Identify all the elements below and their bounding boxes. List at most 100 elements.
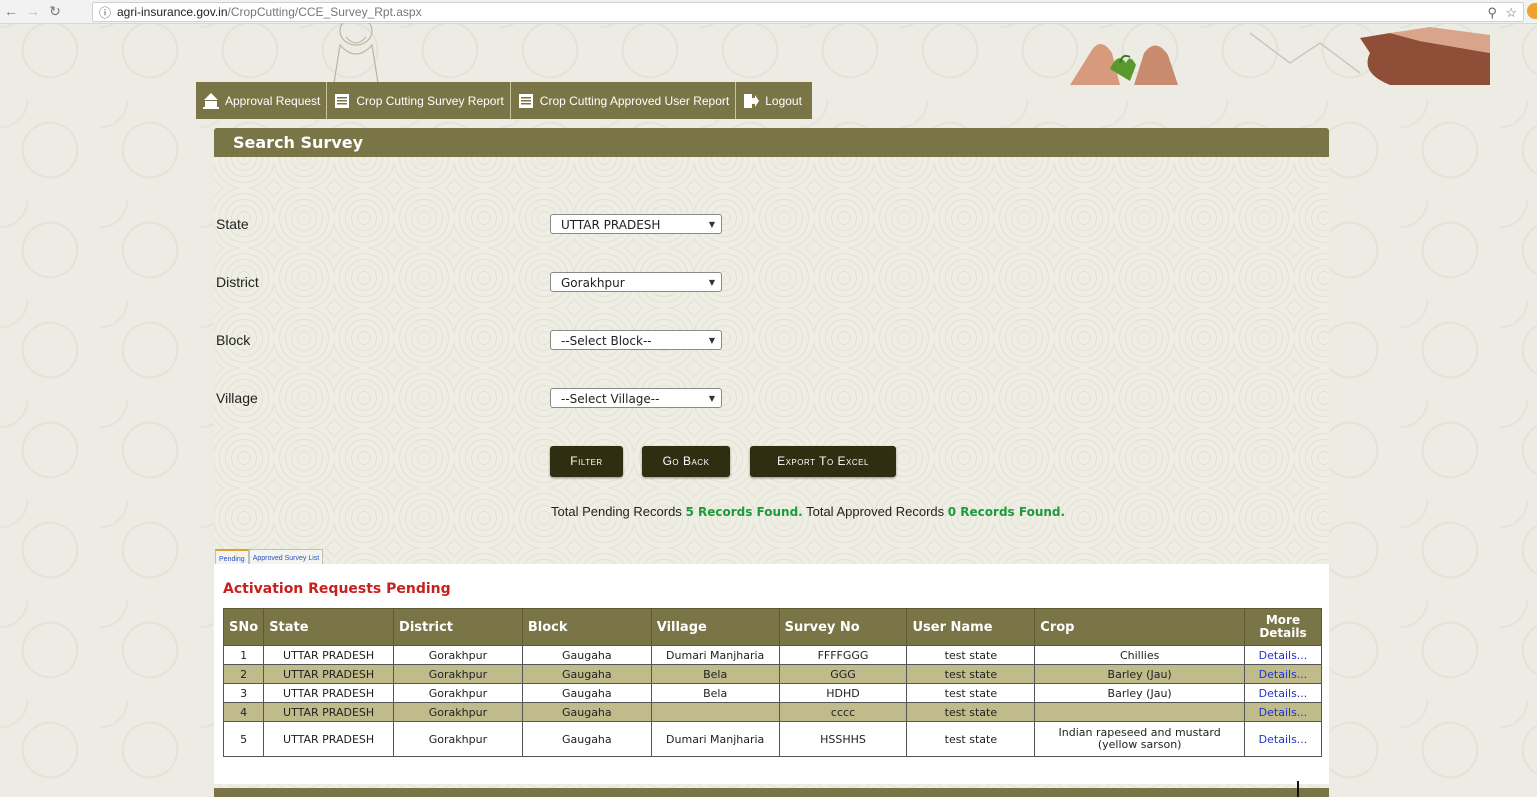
state-label: State [216, 216, 249, 232]
details-link[interactable]: Details... [1259, 706, 1308, 719]
table-cell: 3 [222, 683, 265, 703]
column-header: Block [521, 608, 652, 646]
table-cell: Gorakhpur [393, 702, 523, 722]
table-cell: test state [906, 721, 1036, 757]
details-cell: Details... [1243, 664, 1323, 684]
url-path: /CropCutting/CCE_Survey_Rpt.aspx [227, 5, 422, 19]
panel-footer-bar [214, 788, 1329, 797]
filter-button[interactable]: Filter [550, 446, 623, 477]
details-link[interactable]: Details... [1259, 668, 1308, 681]
back-arrow-icon[interactable]: ← [2, 2, 20, 20]
table-cell: Dumari Manjharia [650, 721, 780, 757]
table-cell: Gorakhpur [393, 645, 523, 665]
district-select[interactable]: Gorakhpur ▼ [550, 272, 722, 292]
table-row: 4 UTTAR PRADESH Gorakhpur Gaugaha cccc t… [222, 702, 1323, 722]
details-link[interactable]: Details... [1259, 733, 1308, 746]
nav-label: Approval Request [225, 93, 321, 108]
pending-records-count: 5 Records Found. [685, 505, 803, 519]
chevron-down-icon: ▼ [708, 278, 715, 287]
block-select-value: --Select Block-- [561, 334, 652, 348]
report-icon [517, 92, 535, 110]
table-cell: 4 [222, 702, 265, 722]
details-cell: Details... [1243, 645, 1323, 665]
table-cell: Barley (Jau) [1034, 683, 1245, 703]
nav-logout[interactable]: Logout [736, 82, 812, 119]
village-select[interactable]: --Select Village-- ▼ [550, 388, 722, 408]
nav-approval-request[interactable]: Approval Request [196, 82, 328, 119]
state-select[interactable]: UTTAR PRADESH ▼ [550, 214, 722, 234]
nav-label: Crop Cutting Approved User Report [539, 93, 730, 108]
reload-icon[interactable]: ↻ [46, 2, 64, 20]
table-row: 5 UTTAR PRADESH Gorakhpur Gaugaha Dumari… [222, 721, 1323, 757]
table-cell: Dumari Manjharia [650, 645, 780, 665]
panel-title: Search Survey [214, 128, 1329, 157]
table-cell: 2 [222, 664, 265, 684]
table-cell: Gorakhpur [393, 721, 523, 757]
table-cell: test state [906, 702, 1036, 722]
star-icon[interactable]: ☆ [1505, 5, 1517, 21]
records-summary: Total Pending Records 5 Records Found. T… [551, 504, 1065, 519]
pending-requests-section: Activation Requests Pending SNo State Di… [214, 564, 1329, 784]
table-cell: test state [906, 683, 1036, 703]
table-cell: 1 [222, 645, 265, 665]
table-cell: HSSHHS [778, 721, 908, 757]
table-cell: test state [906, 664, 1036, 684]
search-survey-panel: Search Survey State UTTAR PRADESH ▼ Dist… [214, 128, 1329, 797]
table-cell: test state [906, 645, 1036, 665]
zoom-icon[interactable]: ⚲ [1487, 5, 1497, 21]
table-cell: UTTAR PRADESH [263, 683, 395, 703]
column-header: Crop [1034, 608, 1245, 646]
info-icon[interactable]: ⓘ [99, 4, 111, 21]
table-cell: Gorakhpur [393, 683, 523, 703]
table-cell: Gaugaha [521, 721, 652, 757]
village-label: Village [216, 390, 258, 406]
table-cell [650, 702, 780, 722]
export-to-excel-button[interactable]: Export To Excel [750, 446, 896, 477]
village-select-value: --Select Village-- [561, 392, 660, 406]
district-select-value: Gorakhpur [561, 276, 625, 290]
chevron-down-icon: ▼ [708, 394, 715, 403]
block-select[interactable]: --Select Block-- ▼ [550, 330, 722, 350]
table-cell: FFFFGGG [778, 645, 908, 665]
details-link[interactable]: Details... [1259, 649, 1308, 662]
chevron-down-icon: ▼ [708, 336, 715, 345]
table-cell: Barley (Jau) [1034, 664, 1245, 684]
tab-strip: Pending Approved Survey List [215, 549, 324, 565]
details-link[interactable]: Details... [1259, 687, 1308, 700]
address-bar[interactable]: ⓘ agri-insurance.gov.in/CropCutting/CCE_… [92, 2, 1524, 22]
table-cell: Gaugaha [521, 645, 652, 665]
pending-records-label: Total Pending Records [551, 504, 682, 519]
forward-arrow-icon[interactable]: → [24, 2, 42, 20]
table-cell: cccc [778, 702, 908, 722]
column-header: State [263, 608, 395, 646]
banner-hands-image [1070, 27, 1490, 85]
nav-label: Logout [765, 93, 802, 108]
extension-icon[interactable] [1527, 3, 1537, 19]
tab-approved-survey-list[interactable]: Approved Survey List [248, 549, 324, 564]
approved-records-count: 0 Records Found. [947, 505, 1066, 519]
table-row: 3 UTTAR PRADESH Gorakhpur Gaugaha Bela H… [222, 683, 1323, 703]
pending-requests-table: SNo State District Block Village Survey … [222, 608, 1323, 757]
table-cell: GGG [778, 664, 908, 684]
logout-icon [742, 92, 760, 110]
table-cell: UTTAR PRADESH [263, 645, 395, 665]
table-cell: 5 [222, 721, 265, 757]
url-text: agri-insurance.gov.in/CropCutting/CCE_Su… [117, 5, 422, 19]
table-cell [1034, 702, 1245, 722]
building-icon [202, 92, 220, 110]
nav-crop-cutting-approved-user-report[interactable]: Crop Cutting Approved User Report [511, 82, 737, 119]
nav-crop-cutting-survey-report[interactable]: Crop Cutting Survey Report [327, 82, 511, 119]
report-icon [333, 92, 351, 110]
table-header-row: SNo State District Block Village Survey … [222, 608, 1323, 646]
tab-pending[interactable]: Pending [215, 549, 249, 565]
table-cell: Indian rapeseed and mustard (yellow sars… [1034, 721, 1245, 757]
browser-toolbar: ← → ↻ ⓘ agri-insurance.gov.in/CropCuttin… [0, 0, 1537, 24]
column-header: Village [650, 608, 780, 646]
table-cell: UTTAR PRADESH [263, 664, 395, 684]
chevron-down-icon: ▼ [708, 220, 715, 229]
table-cell: Bela [650, 664, 780, 684]
column-header: More Details [1243, 608, 1323, 646]
table-row: 2 UTTAR PRADESH Gorakhpur Gaugaha Bela G… [222, 664, 1323, 684]
approved-records-label: Total Approved Records [806, 504, 945, 519]
go-back-button[interactable]: Go Back [642, 446, 730, 477]
